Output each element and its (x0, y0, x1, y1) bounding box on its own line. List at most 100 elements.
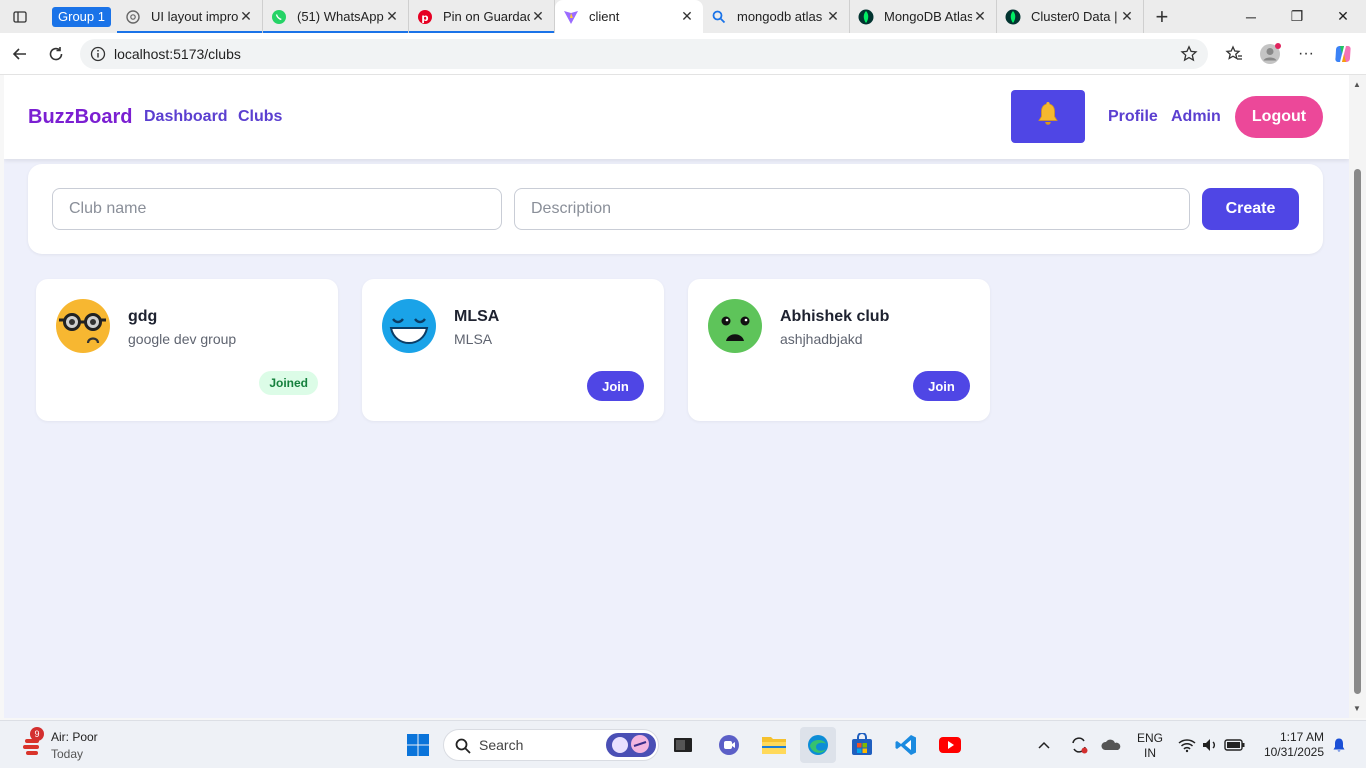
clock-date: 10/31/2025 (1263, 745, 1324, 759)
profile-avatar-icon[interactable] (1255, 39, 1285, 69)
scroll-thumb[interactable] (1354, 169, 1361, 694)
edge-browser-icon[interactable] (800, 727, 836, 763)
browser-toolbar: localhost:5173/clubs ··· (0, 33, 1366, 75)
weather-title: Air: Poor (51, 730, 98, 744)
logout-button[interactable]: Logout (1235, 96, 1323, 138)
scroll-down-arrow-icon[interactable]: ▼ (1353, 704, 1361, 713)
favorite-star-icon[interactable] (1180, 45, 1198, 68)
pinterest-icon: p (417, 9, 433, 25)
club-name: Abhishek club (780, 308, 890, 325)
close-icon[interactable]: ✕ (1119, 8, 1135, 25)
close-icon[interactable]: ✕ (530, 8, 546, 25)
close-icon[interactable]: ✕ (238, 8, 254, 25)
minimize-button[interactable]: ─ (1228, 0, 1274, 33)
app-navbar: BuzzBoard Dashboard Clubs Profile Admin … (4, 75, 1349, 159)
nav-profile-link[interactable]: Profile (1108, 108, 1158, 126)
svg-text:p: p (421, 13, 428, 24)
new-tab-button[interactable]: + (1144, 0, 1180, 33)
taskbar-search[interactable]: Search (443, 729, 659, 761)
join-button[interactable]: Join (587, 371, 644, 401)
tab-whatsapp[interactable]: (51) WhatsApp ✕ (262, 0, 409, 33)
sync-icon[interactable] (1064, 727, 1094, 763)
search-label: Search (479, 737, 524, 753)
nerd-face-icon (56, 299, 110, 353)
language-code: ENG (1136, 731, 1163, 745)
search-icon (454, 737, 472, 760)
browser-tab-strip: Group 1 UI layout impro ✕ (51) WhatsApp … (0, 0, 1366, 33)
chatgpt-icon (125, 9, 141, 25)
tab-ui-layout[interactable]: UI layout impro ✕ (116, 0, 263, 33)
tab-pinterest[interactable]: p Pin on Guardad ✕ (408, 0, 555, 33)
more-menu-icon[interactable]: ··· (1291, 39, 1321, 69)
address-bar[interactable]: localhost:5173/clubs (80, 39, 1208, 69)
brand-logo[interactable]: BuzzBoard (28, 106, 132, 129)
site-info-icon[interactable] (90, 46, 106, 67)
close-window-button[interactable]: ✕ (1320, 0, 1366, 33)
tab-mongodb-atlas[interactable]: MongoDB Atlas ✕ (850, 0, 997, 33)
clock[interactable]: 1:17 AM 10/31/2025 (1254, 730, 1324, 760)
scroll-up-arrow-icon[interactable]: ▲ (1353, 80, 1361, 89)
close-icon[interactable]: ✕ (679, 8, 695, 25)
join-button[interactable]: Join (913, 371, 970, 401)
youtube-icon[interactable] (932, 727, 968, 763)
tab-title: (51) WhatsApp (296, 9, 384, 24)
page-scrollbar[interactable]: ▲ ▼ (1349, 75, 1366, 718)
club-name: MLSA (454, 308, 500, 325)
tab-actions-icon[interactable] (2, 0, 38, 33)
bell-icon (1036, 101, 1060, 132)
mongodb-leaf-icon (1005, 9, 1021, 25)
notifications-button[interactable] (1011, 90, 1085, 143)
club-description: google dev group (128, 331, 237, 347)
nav-admin-link[interactable]: Admin (1171, 108, 1221, 126)
teams-chat-icon[interactable] (711, 727, 747, 763)
close-icon[interactable]: ✕ (972, 8, 988, 25)
search-icon (711, 9, 727, 25)
tab-client[interactable]: client ✕ (554, 0, 703, 33)
battery-icon[interactable] (1222, 727, 1248, 763)
tab-title: Pin on Guardad (442, 9, 530, 24)
volume-icon[interactable] (1199, 727, 1221, 763)
club-name-input[interactable] (52, 188, 502, 230)
show-hidden-icons-chevron-icon[interactable] (1030, 727, 1058, 763)
tab-group-chip[interactable]: Group 1 (52, 6, 111, 27)
close-icon[interactable]: ✕ (384, 8, 400, 25)
club-card: Abhishek club ashjhadbjakd Join (688, 279, 990, 421)
back-button[interactable] (5, 39, 35, 69)
weather-widget[interactable]: 9 Air: Poor Today (18, 727, 128, 763)
joined-badge: Joined (259, 371, 318, 395)
tab-title: client (588, 9, 620, 24)
nav-clubs-link[interactable]: Clubs (238, 108, 282, 126)
tab-title: MongoDB Atlas (883, 9, 972, 24)
region-code: IN (1144, 746, 1156, 760)
tab-title: mongodb atlas (736, 9, 823, 24)
wifi-icon[interactable] (1176, 727, 1198, 763)
language-indicator[interactable]: ENG IN (1134, 731, 1166, 761)
onedrive-icon[interactable] (1096, 727, 1126, 763)
search-highlight-icon (606, 732, 656, 763)
favorites-icon[interactable] (1219, 39, 1249, 69)
microsoft-store-icon[interactable] (844, 727, 880, 763)
tab-title: Cluster0 Data | C (1030, 9, 1119, 24)
weather-badge: 9 (30, 727, 44, 741)
create-club-button[interactable]: Create (1202, 188, 1299, 230)
reload-button[interactable] (41, 39, 71, 69)
club-name: gdg (128, 308, 158, 325)
mongodb-leaf-icon (858, 9, 874, 25)
tab-title: UI layout impro (150, 9, 238, 24)
frowning-face-icon (708, 299, 762, 353)
windows-start-icon[interactable] (400, 727, 436, 763)
close-icon[interactable]: ✕ (825, 8, 841, 25)
tab-mongodb-search[interactable]: mongodb atlas ✕ (703, 0, 850, 33)
clock-time: 1:17 AM (1279, 730, 1324, 744)
vscode-icon[interactable] (888, 727, 924, 763)
club-card: gdg google dev group Joined (36, 279, 338, 421)
task-view-icon[interactable] (665, 727, 701, 763)
notification-bell-icon[interactable] (1328, 727, 1350, 763)
club-description: ashjhadbjakd (780, 331, 863, 347)
club-description-input[interactable] (514, 188, 1190, 230)
copilot-icon[interactable] (1328, 39, 1358, 69)
tab-cluster0[interactable]: Cluster0 Data | C ✕ (997, 0, 1144, 33)
maximize-button[interactable]: ❐ (1274, 0, 1320, 33)
file-explorer-icon[interactable] (756, 727, 792, 763)
nav-dashboard-link[interactable]: Dashboard (144, 108, 228, 126)
